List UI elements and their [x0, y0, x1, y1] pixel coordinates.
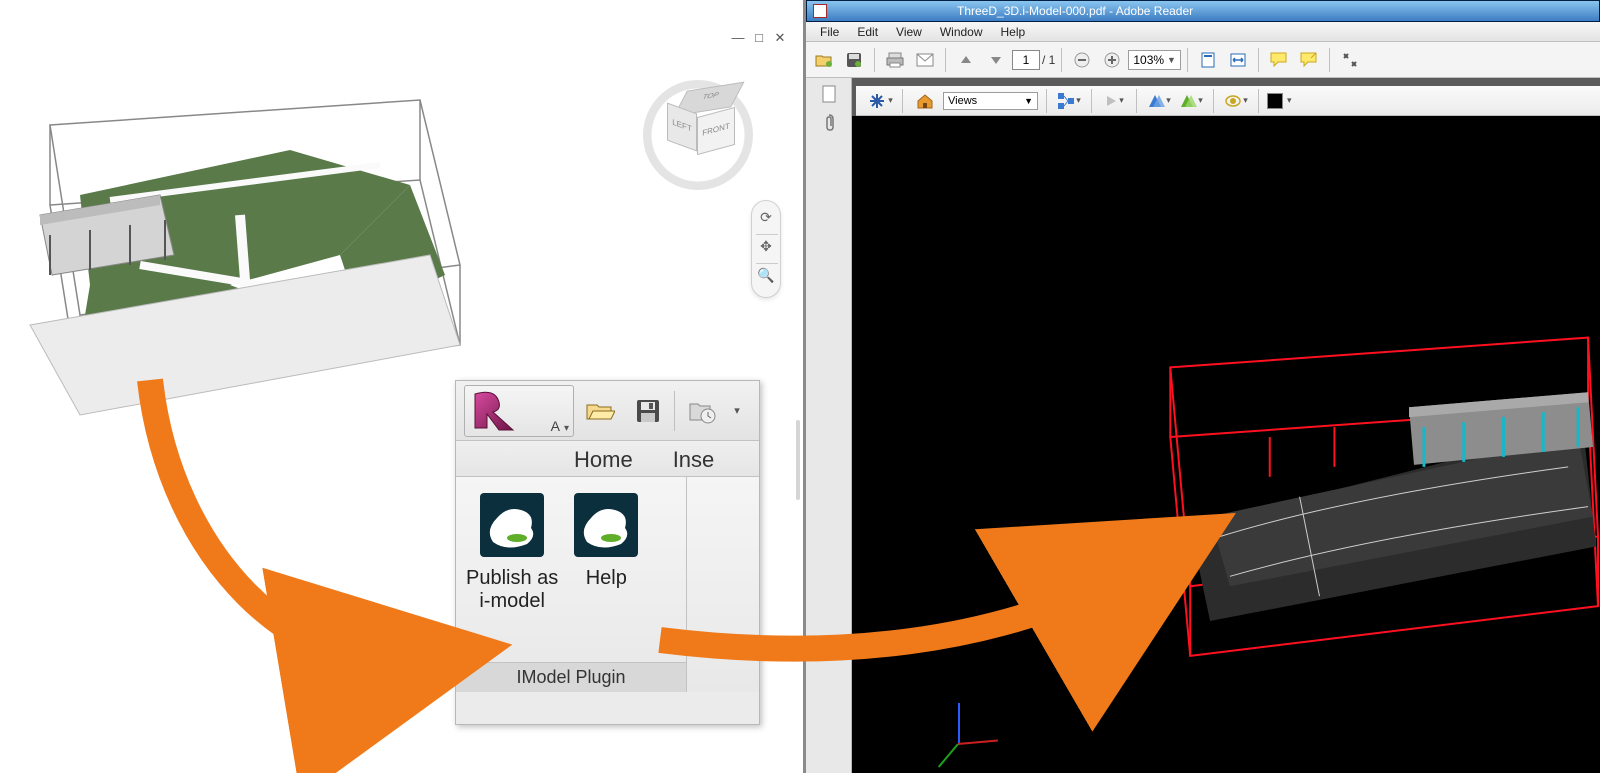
imodel-plugin-panel: Publish as i-model Help IModel Plugin [456, 477, 686, 692]
dropdown-icon: ▾ [564, 423, 569, 434]
render-mode-button[interactable]: ▾ [1177, 87, 1205, 115]
open-button[interactable] [578, 389, 622, 433]
zoom-level-combo[interactable]: 103%▼ [1128, 50, 1181, 70]
revit-ribbon-closeup: A ▾ ▾ Home Inse [455, 380, 760, 725]
comment-button[interactable] [1265, 46, 1293, 74]
attachments-icon[interactable] [819, 112, 839, 132]
titlebar[interactable]: ThreeD_3D.i-Model-000.pdf - Adobe Reader [806, 0, 1600, 22]
save-button[interactable] [626, 389, 670, 433]
lighting-button[interactable]: ▾ [1222, 87, 1250, 115]
navigation-pane [806, 78, 852, 773]
application-menu-button[interactable]: A ▾ [464, 385, 574, 437]
document-title: ThreeD_3D.i-Model-000.pdf - Adobe Reader [957, 4, 1193, 18]
menu-edit[interactable]: Edit [849, 23, 886, 41]
pdf-icon [813, 4, 827, 18]
default-view-button[interactable] [911, 87, 939, 115]
print-button[interactable] [881, 46, 909, 74]
page-total-label: / 1 [1042, 53, 1055, 67]
viewcube[interactable]: TOP LEFT FRONT [643, 80, 753, 190]
tab-insert[interactable]: Inse [673, 444, 715, 476]
zoom-icon[interactable]: 🔍 [755, 267, 777, 289]
menu-file[interactable]: File [812, 23, 847, 41]
save-file-button[interactable] [840, 46, 868, 74]
revit-window-controls: — □ ✕ [730, 30, 788, 46]
publish-as-imodel-button[interactable]: Publish as i-model [466, 489, 558, 613]
recent-documents-button[interactable] [679, 389, 723, 433]
page-number-input[interactable] [1012, 50, 1040, 70]
background-color-swatch[interactable] [1267, 93, 1283, 109]
thumbnails-icon[interactable] [819, 84, 839, 104]
bentley-icon [570, 489, 642, 561]
revit-3d-viewport[interactable] [0, 85, 470, 445]
zoom-in-button[interactable] [1098, 46, 1126, 74]
minimize-button[interactable]: — [730, 30, 746, 46]
bentley-icon [476, 489, 548, 561]
axis-triad-icon [944, 695, 1004, 755]
page-down-button[interactable] [982, 46, 1010, 74]
menu-help[interactable]: Help [993, 23, 1034, 41]
ribbon-tabs: Home Inse [456, 441, 759, 477]
adobe-reader-window: ThreeD_3D.i-Model-000.pdf - Adobe Reader… [803, 0, 1600, 773]
zoom-out-button[interactable] [1068, 46, 1096, 74]
page-up-button[interactable] [952, 46, 980, 74]
navigation-bar: ⟳ ✥ 🔍 [751, 200, 781, 298]
tab-home[interactable]: Home [574, 444, 633, 476]
help-button[interactable]: Help [570, 489, 642, 590]
projection-button[interactable]: ▾ [1145, 87, 1173, 115]
dropdown-icon: ▼ [1167, 55, 1176, 65]
scrollbar[interactable] [796, 420, 800, 500]
qat-dropdown-button[interactable]: ▾ [727, 389, 747, 433]
model-tree-button[interactable]: ▾ [1055, 87, 1083, 115]
menu-window[interactable]: Window [932, 23, 991, 41]
fit-width-button[interactable] [1224, 46, 1252, 74]
quick-access-toolbar: A ▾ ▾ [456, 381, 759, 441]
3d-toolbar: ▾ Views▼ ▾ ▾ ▾ ▾ ▾ ▾ [856, 86, 1600, 116]
revit-window: — □ ✕ TOP LEFT FRONT [0, 0, 803, 773]
close-button[interactable]: ✕ [772, 30, 788, 46]
orbit-icon[interactable]: ⟳ [755, 209, 777, 231]
restore-button[interactable]: □ [751, 30, 767, 46]
email-button[interactable] [911, 46, 939, 74]
views-combo[interactable]: Views▼ [943, 92, 1038, 110]
menu-bar: File Edit View Window Help [806, 22, 1600, 42]
panel-title: IModel Plugin [456, 662, 686, 692]
open-file-button[interactable] [810, 46, 838, 74]
menu-view[interactable]: View [888, 23, 930, 41]
rotate-tool-button[interactable]: ▾ [866, 87, 894, 115]
read-mode-button[interactable] [1336, 46, 1364, 74]
main-toolbar: / 1 103%▼ [806, 42, 1600, 78]
viewcube-front-face[interactable]: FRONT [697, 107, 735, 155]
play-animation-button[interactable]: ▾ [1100, 87, 1128, 115]
3d-viewport[interactable] [852, 116, 1600, 773]
pan-icon[interactable]: ✥ [755, 238, 777, 260]
fit-page-button[interactable] [1194, 46, 1222, 74]
highlight-button[interactable] [1295, 46, 1323, 74]
